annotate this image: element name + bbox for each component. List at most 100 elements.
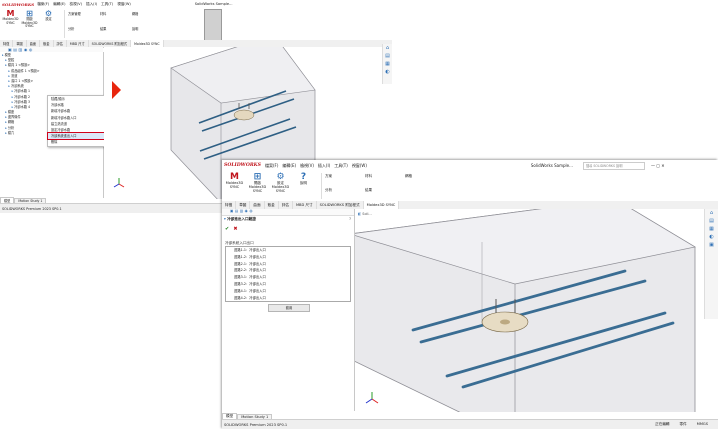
menu-item[interactable]: 編輯(E) [282, 163, 296, 169]
context-menu-item[interactable]: 刪除 [48, 139, 106, 145]
cooling-inlet-outlet-list[interactable]: 迴路1-1：冷卻出入口 迴路1-2：冷卻出入口 迴路2-1：冷卻出入口 迴路2-2：冷… [225, 246, 351, 302]
tree-node-label: 冷卻水路 2 [14, 94, 31, 99]
ribbon-button[interactable]: ⊞ 開啟 Moldex3D SYNC [21, 9, 38, 40]
home-icon[interactable]: ⌂ [386, 45, 389, 51]
list-item[interactable]: 迴路1-2：冷卻出入口 [226, 254, 350, 261]
ribbon-label: Moldex3D SYNC [2, 17, 19, 25]
solidworks-window-2: SOLIDWORKS 檔案(F) 編輯(E) 檢視(V) 插入(I) 工具(T) 視窗(W… [222, 160, 718, 429]
help-search-input[interactable]: 搜尋 SOLIDWORKS 說明 [582, 161, 645, 170]
ribbon-small-button[interactable]: 說明 [132, 26, 164, 34]
ribbon-button[interactable]: M Moldex3D SYNC [2, 9, 19, 40]
ribbon-group-tools: 方案 材料 網格分析 結果 [325, 171, 455, 201]
triad-icon-1 [112, 176, 126, 190]
menu-item[interactable]: 編輯(E) [53, 2, 65, 7]
command-tab[interactable]: 草圖 [13, 40, 27, 47]
ribbon-small-button[interactable]: 結果 [100, 26, 132, 34]
tree-node-label: 模穴 [7, 130, 15, 135]
menu-item[interactable]: 檔案(F) [37, 2, 49, 7]
resources-icon[interactable]: ▤ [709, 218, 714, 224]
command-tab[interactable]: 鈑金 [40, 40, 54, 47]
tree-node-label: 冷卻水路 3 [14, 99, 31, 104]
library-icon[interactable]: ▦ [385, 61, 390, 67]
list-item[interactable]: 迴路4-2：冷卻出入口 [226, 295, 350, 302]
menu-item[interactable]: 工具(T) [101, 2, 113, 7]
model-view-2 [355, 209, 696, 412]
ribbon-button[interactable]: ⊞ 開啟 Moldex3D SYNC [247, 172, 268, 201]
maximize-icon[interactable]: ▢ [656, 163, 660, 168]
ribbon-small-button[interactable]: 網格 [405, 174, 445, 182]
menu-item[interactable]: 工具(T) [334, 163, 348, 169]
ribbon-small-button[interactable]: 分析 [325, 188, 365, 196]
command-manager-ribbon: M Moldex3D SYNC ⊞ 開啟 Moldex3D SYNC ⚙ 設定 方案管理材… [0, 8, 392, 41]
command-tab[interactable]: MBD 尺寸 [67, 40, 89, 47]
ribbon-small-button[interactable]: 結果 [365, 188, 405, 196]
minimize-icon[interactable]: — [651, 163, 655, 168]
ribbon-label: 開啟 Moldex3D SYNC [248, 181, 267, 193]
ribbon-label: Moldex3D SYNC [225, 181, 244, 190]
ribbon-group-moldex: M Moldex3D SYNC ⊞ 開啟 Moldex3D SYNC ⚙ 設定 Molde… [222, 171, 318, 201]
command-tab[interactable]: MBD 尺寸 [293, 201, 317, 209]
list-item[interactable]: 迴路3-1：冷卻出入口 [226, 274, 350, 281]
command-tab[interactable]: 特徵 [222, 201, 237, 209]
menu-item[interactable]: 視窗(W) [352, 163, 367, 169]
model-breadcrumb[interactable]: ◧ Soli... [358, 212, 372, 216]
resources-icon[interactable]: ▤ [385, 53, 390, 59]
ok-check-icon[interactable]: ✔ [225, 226, 229, 232]
window-controls[interactable]: — ▢ ✕ [651, 163, 665, 168]
tree-node-label: 冷卻水路 1 [14, 89, 31, 94]
view-palette-icon[interactable]: ▣ [709, 242, 714, 248]
ribbon-button[interactable]: M Moldex3D SYNC [224, 172, 245, 201]
command-tab[interactable]: 鈑金 [265, 201, 279, 209]
cancel-x-icon[interactable]: ✖ [233, 226, 237, 232]
menu-item[interactable]: 檢視(V) [300, 163, 314, 169]
ribbon-small-button[interactable]: 分析 [68, 26, 100, 34]
menu-item[interactable]: 插入(I) [86, 2, 97, 7]
command-tab[interactable]: SOLIDWORKS 附加程式 [89, 40, 132, 47]
list-item[interactable]: 迴路4-1：冷卻出入口 [226, 288, 350, 295]
red-arrow-annotation [112, 81, 121, 99]
list-item[interactable]: 迴路1-1：冷卻出入口 [226, 247, 350, 254]
featuremanager-tab-icons[interactable]: ▣▤▥◉◍ [230, 209, 254, 213]
command-tab[interactable]: 評估 [54, 40, 67, 47]
list-item[interactable]: 迴路2-2：冷卻出入口 [226, 267, 350, 274]
command-tab[interactable]: Moldex3D SYNC [131, 40, 164, 47]
menu-items: 檔案(F) 編輯(E) 檢視(V) 插入(I) 工具(T) 視窗(W) [265, 163, 371, 169]
command-tab[interactable]: 特徵 [0, 40, 14, 47]
appearance-icon[interactable]: ◐ [709, 234, 713, 240]
command-tab[interactable]: 曲面 [250, 201, 265, 209]
ribbon-button[interactable]: ⚙ 設定 Moldex3D SYNC [270, 172, 291, 201]
library-icon[interactable]: ▦ [709, 226, 714, 232]
help-icon[interactable]: ? [349, 217, 351, 221]
ribbon-small-button[interactable]: 方案管理 [68, 11, 100, 19]
ribbon-selected-tool[interactable] [204, 9, 222, 41]
property-manager: ▣▤▥◉◍ ▾ 冷卻進出入口驗證 ? ✔ ✖ 冷卻系統入口出口 迴路1-1：冷卻… [222, 209, 355, 411]
command-tab[interactable]: Moldex3D SYNC [363, 201, 400, 209]
ribbon-button[interactable]: ⚙ 設定 [40, 9, 57, 40]
menu-item[interactable]: 檢視(V) [70, 2, 82, 7]
cooling-icon: ▾ [224, 217, 226, 221]
menu-item[interactable]: 插入(I) [318, 163, 330, 169]
menu-item[interactable]: 檔案(F) [265, 163, 278, 169]
ribbon-small-button[interactable]: 材料 [365, 174, 405, 182]
solidworks-logo: SOLIDWORKS [224, 163, 261, 168]
close-icon[interactable]: ✕ [661, 163, 664, 168]
command-tab[interactable]: 草圖 [236, 201, 251, 209]
list-item[interactable]: 迴路3-2：冷卻出入口 [226, 281, 350, 288]
context-menu: 隱藏/顯示 冷卻水路 新增冷卻水路 新增冷卻水路入口 建立熱流道 設定冷卻水路 冷卻系統進出… [47, 95, 107, 147]
appearance-icon[interactable]: ◐ [385, 69, 389, 75]
graphics-area-2[interactable]: ◧ Soli... [355, 209, 705, 412]
command-tab[interactable]: 曲面 [27, 40, 41, 47]
ribbon-button[interactable]: ? 說明 [293, 172, 314, 201]
apply-button[interactable]: 套用 [268, 304, 310, 312]
ribbon-small-button[interactable]: 材料 [100, 11, 132, 19]
tree-node-label: 流道 [11, 73, 18, 78]
list-item[interactable]: 迴路2-1：冷卻出入口 [226, 261, 350, 268]
menu-item[interactable]: 視窗(W) [117, 2, 131, 7]
command-tab[interactable]: 評估 [279, 201, 293, 209]
tree-node-label: 模型 [4, 53, 11, 57]
ribbon-small-button[interactable]: 網格 [132, 11, 164, 19]
command-tab[interactable]: SOLIDWORKS 附加程式 [317, 201, 364, 209]
ribbon-small-button[interactable]: 方案 [325, 174, 365, 182]
tree-node-label: 模具 1 <預設> [7, 63, 30, 68]
home-icon[interactable]: ⌂ [710, 210, 713, 216]
